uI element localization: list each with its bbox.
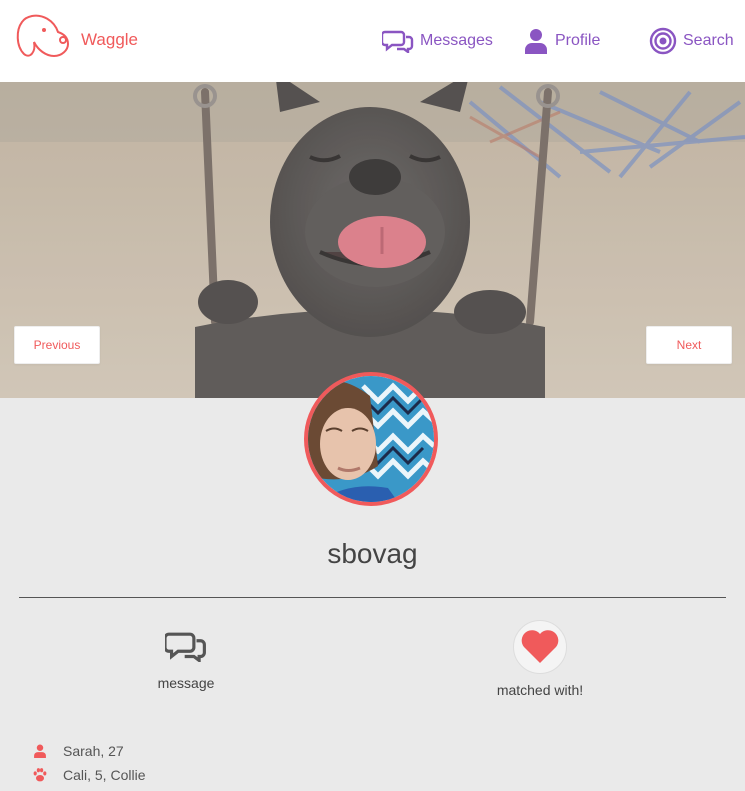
- nav-profile[interactable]: Profile: [523, 26, 600, 56]
- dog-photo: [0, 82, 745, 398]
- heart-icon: [513, 620, 567, 674]
- owner-info-text: Sarah, 27: [63, 743, 124, 759]
- dog-info: Cali, 5, Collie: [31, 767, 145, 783]
- divider: [19, 597, 726, 598]
- nav-messages[interactable]: Messages: [382, 26, 493, 56]
- chat-bubbles-icon: [163, 630, 207, 667]
- chat-bubbles-icon: [382, 29, 414, 53]
- message-label: message: [157, 675, 215, 691]
- target-icon: [649, 27, 677, 55]
- paw-icon: [31, 767, 49, 783]
- message-action[interactable]: message: [126, 630, 246, 691]
- nav-messages-label: Messages: [420, 32, 493, 49]
- waggle-logo-icon[interactable]: [14, 12, 72, 60]
- previous-button[interactable]: Previous: [14, 326, 100, 364]
- match-action[interactable]: matched with!: [470, 620, 610, 698]
- nav-search-label: Search: [683, 32, 734, 49]
- dog-photo-carousel: Previous Next: [0, 82, 745, 398]
- owner-info: Sarah, 27: [31, 743, 124, 759]
- top-header: Waggle Messages Profile Search: [0, 0, 745, 82]
- person-icon: [31, 744, 49, 758]
- avatar[interactable]: [304, 372, 438, 506]
- nav-search[interactable]: Search: [649, 26, 734, 56]
- person-icon: [523, 28, 549, 54]
- avatar-photo: [308, 376, 434, 502]
- brand-name[interactable]: Waggle: [81, 30, 138, 50]
- nav-profile-label: Profile: [555, 32, 601, 49]
- match-label: matched with!: [496, 682, 584, 698]
- dog-info-text: Cali, 5, Collie: [63, 767, 146, 783]
- next-button[interactable]: Next: [646, 326, 732, 364]
- username: sbovag: [327, 538, 418, 569]
